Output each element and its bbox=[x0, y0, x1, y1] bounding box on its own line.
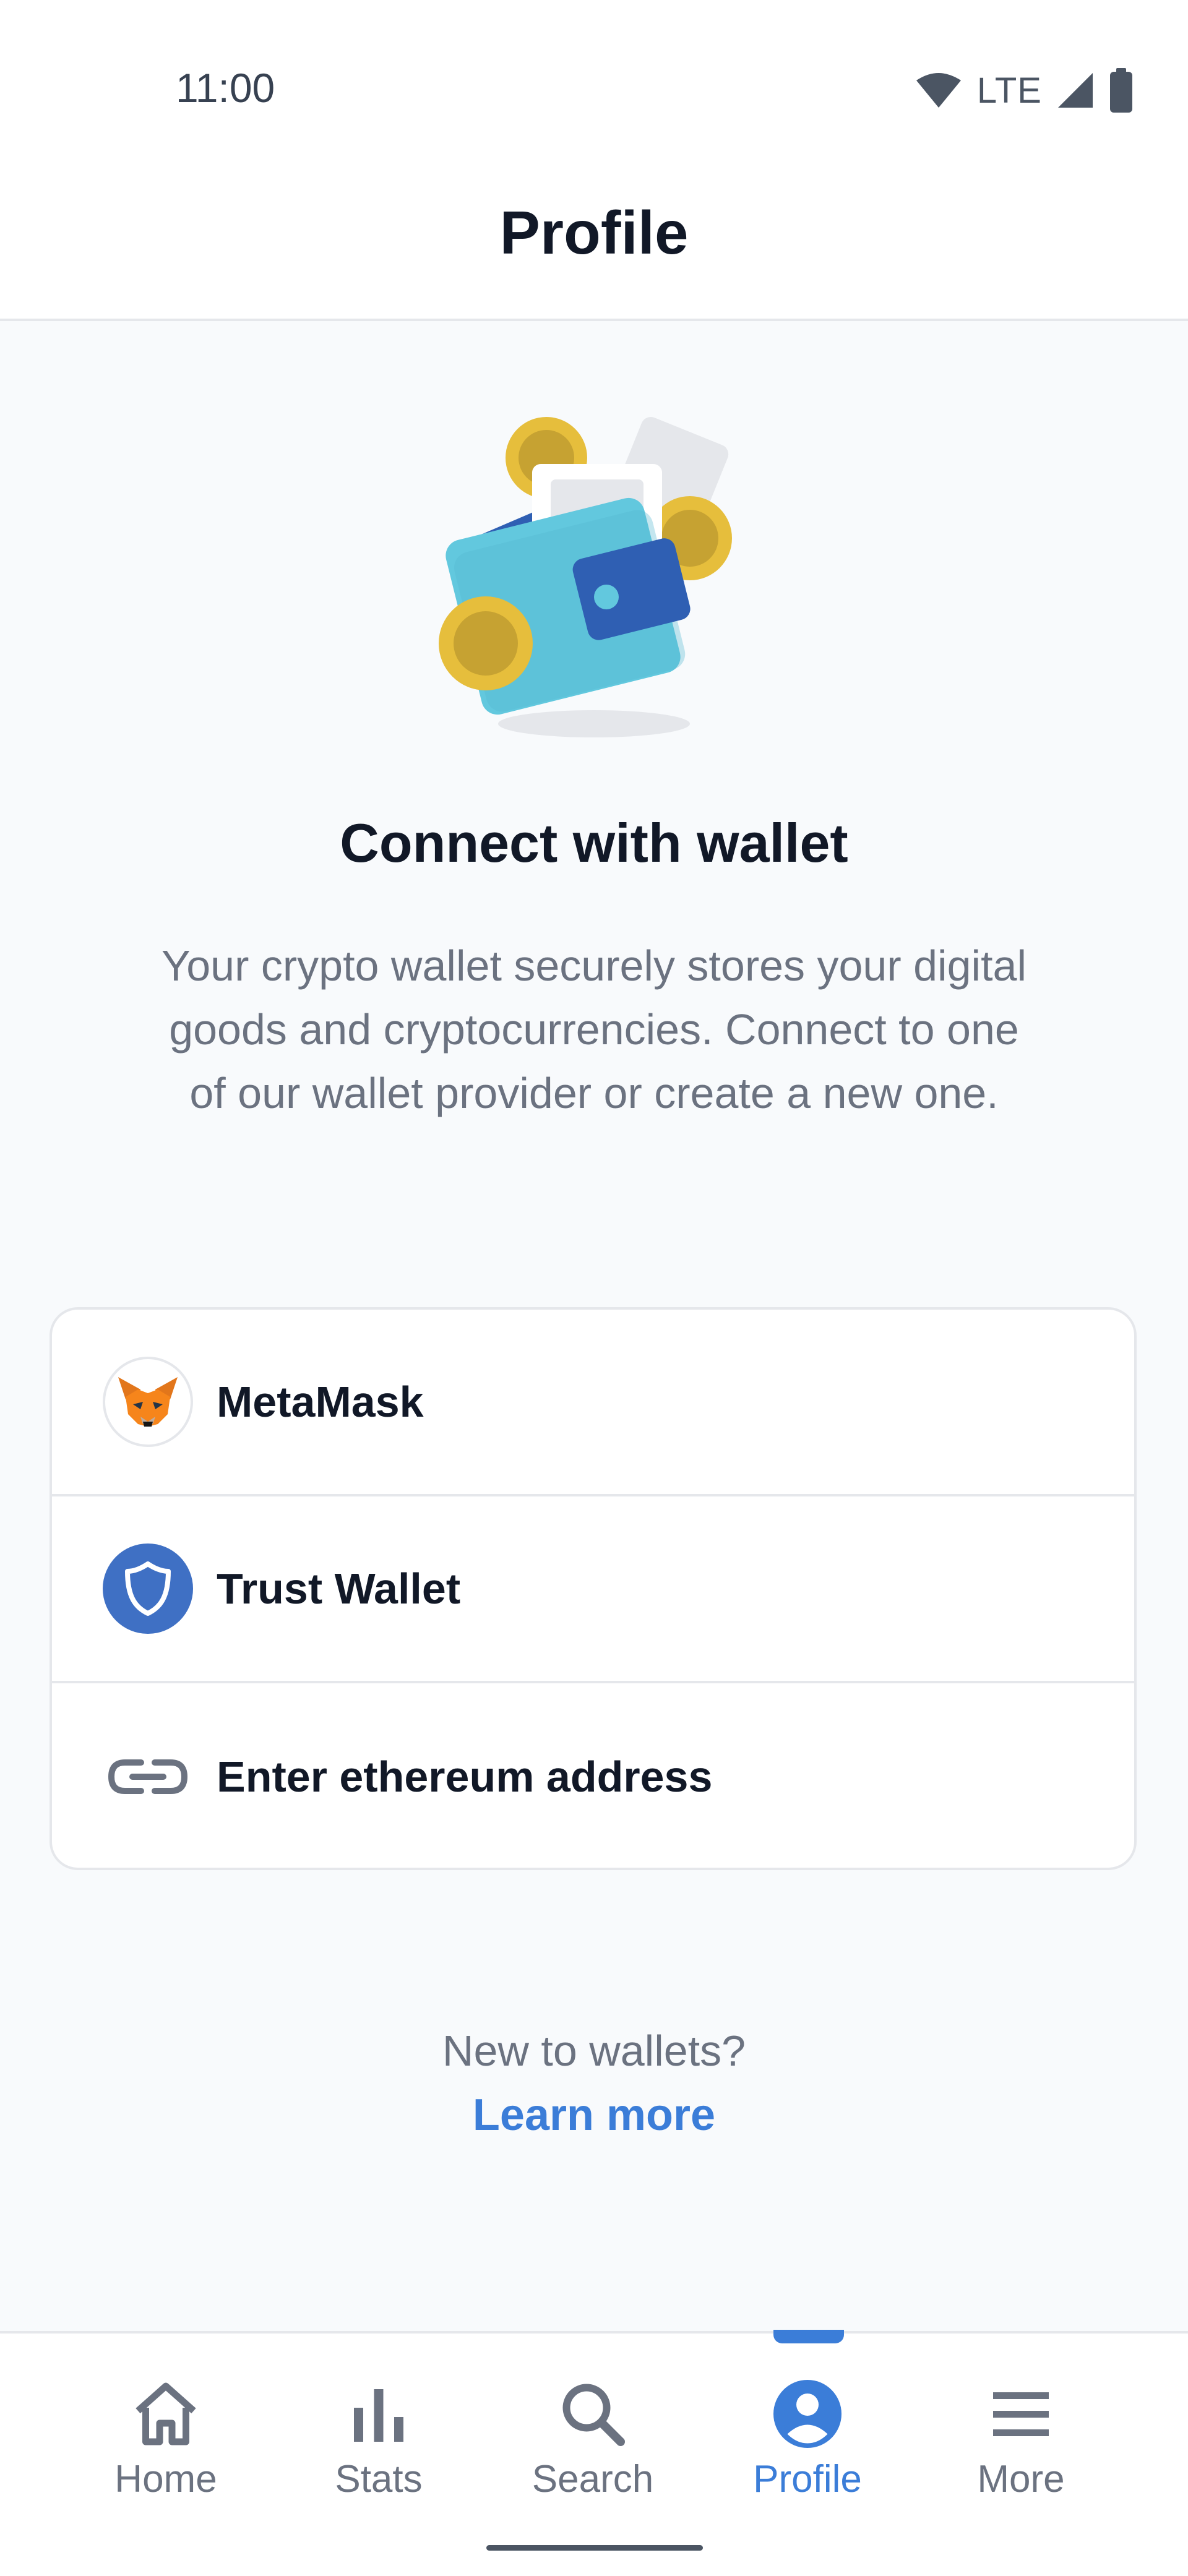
nav-label-stats: Stats bbox=[335, 2458, 423, 2501]
status-icons: LTE bbox=[914, 66, 1134, 115]
nav-more[interactable]: More bbox=[928, 2333, 1114, 2531]
wallet-option-trust-wallet[interactable]: Trust Wallet bbox=[52, 1496, 1134, 1683]
nav-search[interactable]: Search bbox=[500, 2333, 686, 2531]
connect-description: Your crypto wallet securely stores your … bbox=[161, 942, 1027, 1117]
nav-label-home: Home bbox=[114, 2458, 217, 2501]
network-type: LTE bbox=[976, 70, 1042, 111]
connect-heading: Connect with wallet bbox=[340, 812, 848, 874]
wallet-label-metamask: MetaMask bbox=[217, 1378, 424, 1426]
nav-home[interactable]: Home bbox=[73, 2333, 259, 2531]
metamask-fox-icon bbox=[103, 1357, 193, 1447]
wallet-label-ethereum-address: Enter ethereum address bbox=[217, 1753, 713, 1801]
status-time: 11:00 bbox=[176, 65, 275, 111]
shield-icon bbox=[103, 1543, 193, 1634]
nav-profile[interactable]: Profile bbox=[715, 2333, 900, 2531]
bar-chart-icon bbox=[354, 2389, 403, 2442]
wallet-illustration bbox=[439, 417, 732, 737]
app-header: Profile bbox=[0, 161, 1188, 321]
signal-icon bbox=[1058, 73, 1093, 108]
page-title: Profile bbox=[499, 199, 689, 267]
wallet-label-trust-wallet: Trust Wallet bbox=[217, 1565, 461, 1613]
wallet-option-metamask[interactable]: MetaMask bbox=[52, 1310, 1134, 1496]
wifi-icon bbox=[916, 73, 961, 108]
status-bar: 11:00 LTE bbox=[0, 0, 1188, 161]
wallet-option-ethereum-address[interactable]: Enter ethereum address bbox=[52, 1683, 1134, 1868]
battery-icon bbox=[1110, 68, 1132, 113]
nav-label-search: Search bbox=[532, 2458, 654, 2501]
account-circle-icon bbox=[773, 2380, 842, 2448]
link-icon bbox=[103, 1732, 193, 1822]
home-icon bbox=[136, 2382, 196, 2445]
menu-icon bbox=[993, 2392, 1049, 2436]
nav-label-profile: Profile bbox=[753, 2458, 862, 2501]
wallet-provider-list: MetaMask Trust Wallet Enter ethereum add… bbox=[50, 1307, 1137, 1870]
new-to-wallets-text: New to wallets? bbox=[442, 2027, 746, 2075]
gesture-home-indicator[interactable] bbox=[486, 2545, 703, 2551]
nav-stats[interactable]: Stats bbox=[286, 2333, 471, 2531]
bottom-navigation: Home Stats Search Profile More bbox=[0, 2330, 1188, 2576]
search-icon bbox=[562, 2384, 625, 2446]
nav-label-more: More bbox=[977, 2458, 1065, 2501]
learn-more-link[interactable]: Learn more bbox=[0, 2090, 1188, 2140]
